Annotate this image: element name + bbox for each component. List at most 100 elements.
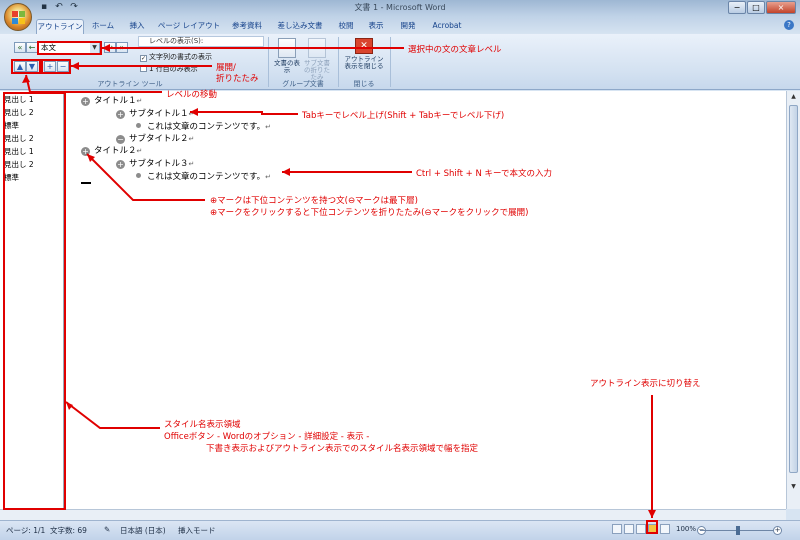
annotation-box-style-area bbox=[3, 92, 66, 510]
outline-text: サブタイトル３ bbox=[129, 159, 189, 169]
zoom-slider-handle[interactable] bbox=[736, 526, 740, 535]
group-label-outline-tools: アウトライン ツール bbox=[97, 80, 163, 88]
group-label-close: 閉じる bbox=[353, 80, 375, 88]
tab-review[interactable]: 校閲 bbox=[334, 19, 358, 34]
window-controls: − □ × bbox=[728, 1, 796, 14]
tab-acrobat[interactable]: Acrobat bbox=[430, 19, 464, 34]
annotation-level-of-selected: 選択中の文の文章レベル bbox=[408, 45, 502, 55]
outline-heading1[interactable]: + タイトル２↵ bbox=[81, 144, 142, 156]
outline-text: これは文章のコンテンツです。 bbox=[147, 172, 266, 182]
horizontal-scrollbar[interactable] bbox=[0, 509, 786, 520]
collapse-subdocuments-button[interactable]: サブ文書の折りたたみ bbox=[302, 38, 332, 81]
language-status[interactable]: 日本語 (日本) bbox=[120, 525, 166, 536]
end-of-document-marker bbox=[81, 182, 91, 184]
ribbon-separator bbox=[390, 37, 391, 87]
tab-developer[interactable]: 開発 bbox=[396, 19, 420, 34]
scroll-down-icon[interactable]: ▼ bbox=[789, 483, 798, 491]
tab-view[interactable]: 表示 bbox=[364, 19, 388, 34]
show-text-formatting-checkbox[interactable]: ✓ 文字列の書式の表示 bbox=[140, 52, 212, 62]
annotation-style-area-2: Officeボタン - Wordのオプション - 詳細設定 - 表示 - bbox=[164, 432, 370, 442]
outline-heading2[interactable]: + サブタイトル３↵ bbox=[116, 157, 194, 169]
zoom-in-icon[interactable]: + bbox=[773, 526, 782, 535]
close-button[interactable]: × bbox=[766, 1, 796, 14]
outline-text: これは文章のコンテンツです。 bbox=[147, 122, 266, 132]
annotation-style-area-1: スタイル名表示領域 bbox=[164, 420, 241, 430]
help-icon[interactable]: ? bbox=[784, 20, 794, 30]
annotation-style-area-3: 下書き表示およびアウトライン表示でのスタイル名表示領域で幅を指定 bbox=[206, 444, 479, 454]
tab-page-layout[interactable]: ページ レイアウト bbox=[156, 19, 222, 34]
maximize-button[interactable]: □ bbox=[747, 1, 765, 14]
full-screen-reading-view-icon[interactable] bbox=[624, 524, 634, 534]
outline-text: サブタイトル２ bbox=[129, 134, 189, 144]
outline-text: タイトル１ bbox=[94, 96, 137, 106]
show-document-label: 文書の表示 bbox=[274, 59, 300, 74]
tab-home[interactable]: ホーム bbox=[88, 19, 118, 34]
print-layout-view-icon[interactable] bbox=[612, 524, 622, 534]
expand-plus-icon[interactable]: + bbox=[116, 110, 125, 119]
outline-heading1[interactable]: + タイトル１↵ bbox=[81, 94, 142, 106]
paragraph-mark: ↵ bbox=[265, 173, 272, 181]
outline-text: サブタイトル１ bbox=[129, 109, 189, 119]
ribbon-separator bbox=[268, 37, 269, 87]
proofing-icon[interactable]: ✎ bbox=[104, 525, 110, 534]
demote-icon[interactable]: → bbox=[104, 42, 116, 53]
outline-heading2[interactable]: − サブタイトル２↵ bbox=[116, 132, 194, 144]
outline-body[interactable]: これは文章のコンテンツです。↵ bbox=[136, 120, 271, 132]
annotation-plus-mark-2: ⊕マークをクリックすると下位コンテンツを折りたたみ(⊖マークをクリックで展開) bbox=[210, 208, 529, 218]
annotation-expand-line2: 折りたたみ bbox=[216, 74, 259, 84]
show-first-line-checkbox[interactable]: 1 行目のみ表示 bbox=[140, 64, 198, 74]
paragraph-mark: ↵ bbox=[265, 123, 272, 131]
word-window: ▪ ↶ ↷ 文書 1 - Microsoft Word − □ × アウトライン… bbox=[0, 0, 800, 540]
tab-mailings[interactable]: 差し込み文書 bbox=[274, 19, 326, 34]
status-bar: ページ: 1/1 文字数: 69 ✎ 日本語 (日本) 挿入モード 100% −… bbox=[0, 520, 800, 540]
expand-plus-icon[interactable]: + bbox=[116, 160, 125, 169]
tab-insert[interactable]: 挿入 bbox=[124, 19, 150, 34]
show-document-button[interactable]: 文書の表示 bbox=[272, 38, 302, 74]
minimize-button[interactable]: − bbox=[728, 1, 746, 14]
ribbon-tabs: アウトライン ホーム 挿入 ページ レイアウト 参考資料 差し込み文書 校閲 表… bbox=[0, 16, 800, 34]
show-first-line-label: 1 行目のみ表示 bbox=[149, 65, 198, 73]
expand-plus-icon[interactable]: + bbox=[81, 147, 90, 156]
paragraph-mark: ↵ bbox=[136, 147, 143, 155]
word-count[interactable]: 文字数: 69 bbox=[50, 525, 87, 536]
annotation-ctrl-shift-n: Ctrl + Shift + N キーで本文の入力 bbox=[416, 169, 553, 179]
annotation-box-level bbox=[37, 41, 102, 55]
tab-outline[interactable]: アウトライン bbox=[36, 19, 84, 34]
title-bar: ▪ ↶ ↷ 文書 1 - Microsoft Word − □ × bbox=[0, 0, 800, 16]
outline-body[interactable]: これは文章のコンテンツです。↵ bbox=[136, 170, 271, 182]
annotation-switch-outline: アウトライン表示に切り替え bbox=[590, 379, 701, 389]
annotation-box-move bbox=[11, 59, 41, 74]
checkmark-icon: ✓ bbox=[140, 55, 147, 62]
show-level-select[interactable]: レベルの表示(S): bbox=[138, 36, 264, 47]
body-bullet-icon bbox=[136, 123, 141, 128]
checkbox-box bbox=[140, 65, 147, 72]
annotation-plus-mark-1: ⊕マークは下位コンテンツを持つ文(⊖マークは最下層) bbox=[210, 196, 418, 206]
body-bullet-icon bbox=[136, 173, 141, 178]
scrollbar-thumb[interactable] bbox=[789, 105, 798, 473]
demote-to-body-icon[interactable]: » bbox=[116, 42, 128, 53]
collapse-subdocuments-label: サブ文書の折りたたみ bbox=[304, 59, 330, 81]
scroll-up-icon[interactable]: ▲ bbox=[789, 93, 798, 101]
collapse-minus-icon[interactable]: − bbox=[116, 135, 125, 144]
expand-plus-icon[interactable]: + bbox=[81, 97, 90, 106]
show-text-formatting-label: 文字列の書式の表示 bbox=[149, 53, 212, 61]
paragraph-mark: ↵ bbox=[188, 160, 195, 168]
subdocument-icon bbox=[308, 38, 326, 58]
annotation-move-level: レベルの移動 bbox=[166, 90, 218, 100]
zoom-level[interactable]: 100% bbox=[676, 525, 696, 533]
draft-view-icon[interactable] bbox=[660, 524, 670, 534]
promote-to-heading1-icon[interactable]: « bbox=[14, 42, 26, 53]
web-layout-view-icon[interactable] bbox=[636, 524, 646, 534]
outline-heading2[interactable]: + サブタイトル１↵ bbox=[116, 107, 194, 119]
outline-text: タイトル２ bbox=[94, 146, 137, 156]
vertical-scrollbar[interactable]: ▲ ▼ bbox=[786, 91, 800, 509]
close-outline-view-label: アウトライン表示を閉じる bbox=[344, 55, 384, 70]
paragraph-mark: ↵ bbox=[136, 97, 143, 105]
paragraph-mark: ↵ bbox=[188, 110, 195, 118]
ribbon-separator bbox=[338, 37, 339, 87]
tab-references[interactable]: 参考資料 bbox=[226, 19, 268, 34]
close-outline-view-button[interactable]: ✕ アウトライン表示を閉じる bbox=[342, 38, 386, 70]
office-button[interactable] bbox=[4, 3, 32, 31]
page-count[interactable]: ページ: 1/1 bbox=[6, 525, 45, 536]
insert-mode-status[interactable]: 挿入モード bbox=[178, 525, 216, 536]
